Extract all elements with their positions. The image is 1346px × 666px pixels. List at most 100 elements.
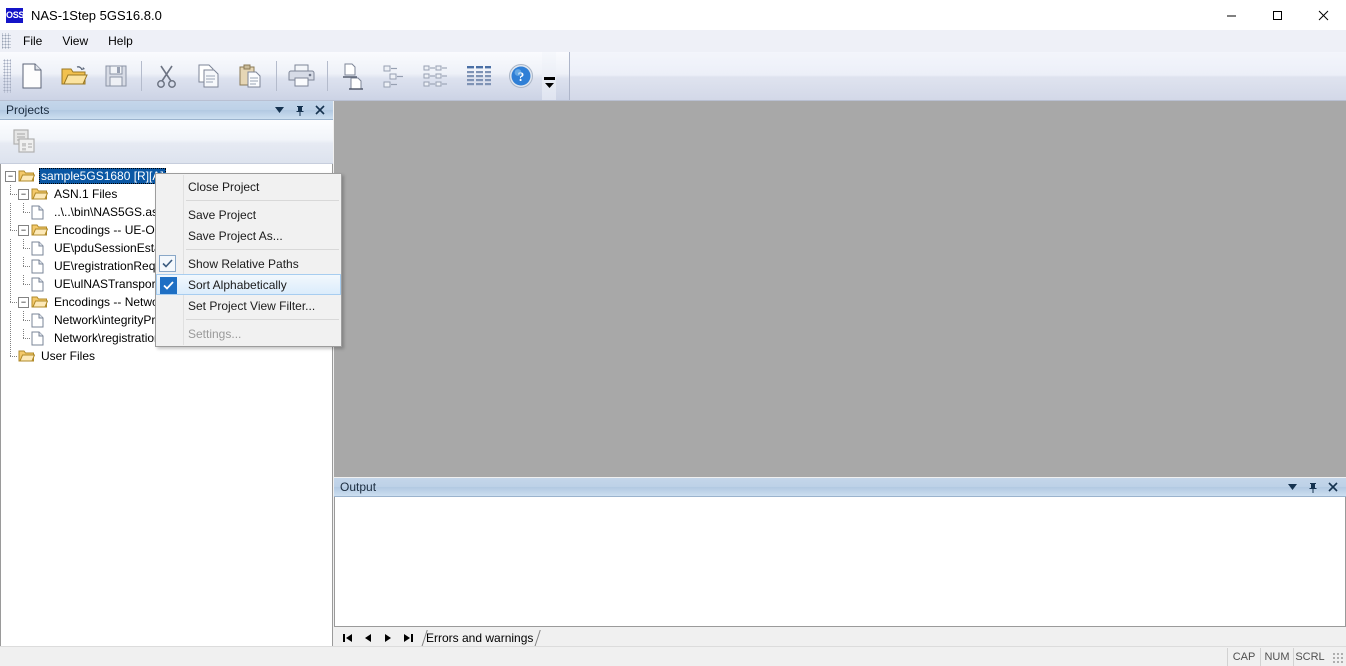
context-menu-label: Save Project bbox=[188, 207, 257, 222]
menu-file[interactable]: File bbox=[13, 31, 52, 51]
folder-open-icon bbox=[18, 168, 36, 184]
tree-connector bbox=[18, 239, 31, 257]
tree-connector bbox=[18, 311, 31, 329]
context-menu-item-sort-alphabetically[interactable]: Sort Alphabetically bbox=[156, 274, 341, 295]
open-folder-button[interactable] bbox=[53, 55, 95, 97]
tree-connector bbox=[18, 329, 31, 347]
multi-tree-view-button[interactable] bbox=[416, 55, 458, 97]
minimize-button[interactable] bbox=[1208, 0, 1254, 30]
tree-connector bbox=[18, 257, 31, 275]
context-menu-item-save-project-as[interactable]: Save Project As... bbox=[156, 225, 341, 246]
toolbar-grip[interactable] bbox=[3, 59, 11, 93]
context-menu-item-settings: Settings... bbox=[156, 323, 341, 344]
project-context-menu: Close Project Save Project Save Project … bbox=[155, 173, 342, 347]
context-menu-label: Show Relative Paths bbox=[188, 256, 299, 271]
output-panel-caption: Output bbox=[334, 478, 1346, 497]
close-icon[interactable] bbox=[314, 104, 325, 117]
file-icon bbox=[31, 276, 49, 292]
tree-connector bbox=[5, 203, 18, 221]
projects-panel-title: Projects bbox=[6, 103, 50, 117]
chevron-down-icon[interactable] bbox=[274, 104, 285, 117]
first-record-icon[interactable] bbox=[342, 632, 353, 644]
toolbar-separator-3 bbox=[327, 61, 328, 91]
pin-icon[interactable] bbox=[1307, 481, 1318, 494]
previous-record-icon[interactable] bbox=[362, 632, 373, 644]
menu-view[interactable]: View bbox=[52, 31, 98, 51]
context-menu-separator bbox=[186, 319, 339, 320]
tree-connector bbox=[5, 275, 18, 293]
next-record-icon[interactable] bbox=[382, 632, 393, 644]
status-bar: CAP NUM SCRL bbox=[0, 646, 1346, 666]
copy-projects-icon[interactable] bbox=[8, 125, 42, 159]
context-menu-item-save-project[interactable]: Save Project bbox=[156, 204, 341, 225]
print-button[interactable] bbox=[281, 55, 323, 97]
context-menu-item-set-project-view-filter[interactable]: Set Project View Filter... bbox=[156, 295, 341, 316]
menu-help[interactable]: Help bbox=[98, 31, 143, 51]
compare-documents-button[interactable] bbox=[332, 55, 374, 97]
expander-collapse-icon[interactable]: − bbox=[5, 170, 16, 182]
pin-icon[interactable] bbox=[294, 104, 305, 117]
checkmark-icon bbox=[159, 255, 176, 272]
output-panel: Output Errors and warnings bbox=[334, 478, 1346, 647]
context-menu-label: Close Project bbox=[188, 179, 260, 194]
folder-open-icon bbox=[31, 294, 49, 310]
window-title: NAS-1Step 5GS16.8.0 bbox=[31, 7, 162, 23]
close-icon[interactable] bbox=[1327, 481, 1338, 494]
folder-open-icon bbox=[31, 186, 49, 202]
menu-bar: File View Help bbox=[0, 30, 1346, 52]
last-record-icon[interactable] bbox=[402, 632, 413, 644]
file-icon bbox=[31, 312, 49, 328]
main-toolbar: ? bbox=[0, 52, 1346, 101]
new-document-button[interactable] bbox=[11, 55, 53, 97]
file-icon bbox=[31, 240, 49, 256]
tree-connector bbox=[18, 203, 31, 221]
context-menu-label: Settings... bbox=[188, 326, 242, 341]
context-menu-item-close-project[interactable]: Close Project bbox=[156, 176, 341, 197]
tree-item-user-files[interactable]: User Files bbox=[5, 347, 332, 365]
tree-connector bbox=[5, 221, 18, 239]
tree-connector bbox=[5, 185, 18, 203]
context-menu-separator bbox=[186, 200, 339, 201]
expander-collapse-icon[interactable]: − bbox=[18, 224, 29, 236]
mdi-client-area bbox=[334, 101, 1346, 477]
help-button[interactable]: ? bbox=[500, 55, 542, 97]
expander-collapse-icon[interactable]: − bbox=[18, 188, 29, 200]
status-num-indicator: NUM bbox=[1260, 647, 1293, 666]
copy-button[interactable] bbox=[188, 55, 230, 97]
tree-connector bbox=[5, 329, 18, 347]
output-tab-strip: Errors and warnings bbox=[334, 627, 1346, 647]
tree-connector bbox=[5, 311, 18, 329]
save-button[interactable] bbox=[95, 55, 137, 97]
status-cap-indicator: CAP bbox=[1227, 647, 1260, 666]
maximize-button[interactable] bbox=[1254, 0, 1300, 30]
tab-errors-and-warnings[interactable]: Errors and warnings bbox=[419, 630, 543, 647]
toolbar-overflow-button[interactable] bbox=[542, 52, 556, 100]
paste-button[interactable] bbox=[230, 55, 272, 97]
cut-button[interactable] bbox=[146, 55, 188, 97]
status-scrl-indicator: SCRL bbox=[1293, 647, 1326, 666]
context-menu-label: Set Project View Filter... bbox=[188, 298, 316, 313]
close-button[interactable] bbox=[1300, 0, 1346, 30]
context-menu-label: Sort Alphabetically bbox=[188, 277, 287, 292]
tree-connector bbox=[5, 293, 18, 311]
tree-connector bbox=[5, 239, 18, 257]
title-bar: OSS NAS-1Step 5GS16.8.0 bbox=[0, 0, 1346, 30]
output-panel-title: Output bbox=[340, 480, 377, 494]
folder-open-icon bbox=[31, 222, 49, 238]
svg-text:?: ? bbox=[518, 69, 525, 84]
context-menu-item-show-relative-paths[interactable]: Show Relative Paths bbox=[156, 253, 341, 274]
projects-panel-toolbar bbox=[0, 120, 333, 164]
resize-grip[interactable] bbox=[1328, 648, 1346, 666]
expander-collapse-icon[interactable]: − bbox=[18, 296, 29, 308]
checkmark-icon bbox=[160, 277, 177, 294]
tree-item-label: User Files bbox=[41, 349, 96, 363]
chevron-down-icon[interactable] bbox=[1287, 481, 1298, 494]
file-icon bbox=[31, 258, 49, 274]
tree-view-button[interactable] bbox=[374, 55, 416, 97]
output-text-area[interactable] bbox=[334, 497, 1346, 627]
menubar-grip[interactable] bbox=[2, 33, 11, 49]
application-window: OSS NAS-1Step 5GS16.8.0 File View Help ?… bbox=[0, 0, 1346, 666]
tree-item-label: ..\..\bin\NAS5GS.asn bbox=[54, 205, 165, 219]
table-view-button[interactable] bbox=[458, 55, 500, 97]
tree-item-label: ASN.1 Files bbox=[54, 187, 118, 201]
